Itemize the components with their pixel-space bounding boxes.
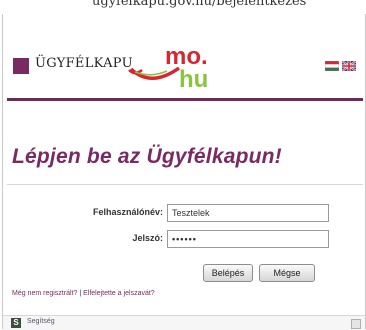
password-input[interactable]: •••••• [167, 230, 329, 248]
flag-hu-icon[interactable] [325, 61, 339, 71]
resize-grip-icon[interactable] [351, 319, 361, 329]
forgot-password-link[interactable]: Elfelejtette a jelszavát? [83, 290, 155, 297]
cancel-button[interactable]: Mégse [259, 264, 315, 282]
flag-en-icon[interactable] [342, 61, 356, 71]
help-label[interactable]: Segítség [27, 318, 55, 325]
brand-name: ÜGYFÉLKAPU [35, 56, 133, 71]
top-strip: ugyfelkapu.gov.hu/bejelentkezes [0, 0, 366, 14]
header: ÜGYFÉLKAPU mo. hu [3, 14, 365, 101]
login-links: Még nem regisztrált? | Elfelejtette a je… [12, 290, 155, 297]
help-icon[interactable]: S [11, 318, 21, 328]
register-link[interactable]: Még nem regisztrált? [12, 290, 77, 297]
header-divider [7, 98, 363, 101]
status-bar: S Segítség [3, 315, 365, 330]
password-label: Jelszó: [132, 233, 163, 243]
login-window: ÜGYFÉLKAPU mo. hu Lépjen be az Ügyfélkap… [2, 14, 366, 330]
brand-square-icon [13, 58, 29, 74]
username-input[interactable]: Tesztelek [167, 204, 329, 222]
title-divider [7, 184, 363, 185]
link-separator: | [79, 290, 82, 297]
page-title: Lépjen be az Ügyfélkapun! [12, 145, 282, 168]
top-strip-text: ugyfelkapu.gov.hu/bejelentkezes [92, 0, 307, 9]
logo-hu-text: hu [179, 66, 208, 92]
mo-hu-logo: mo. hu [128, 48, 208, 92]
username-label: Felhasználónév: [92, 207, 163, 217]
login-button[interactable]: Belépés [203, 264, 253, 282]
